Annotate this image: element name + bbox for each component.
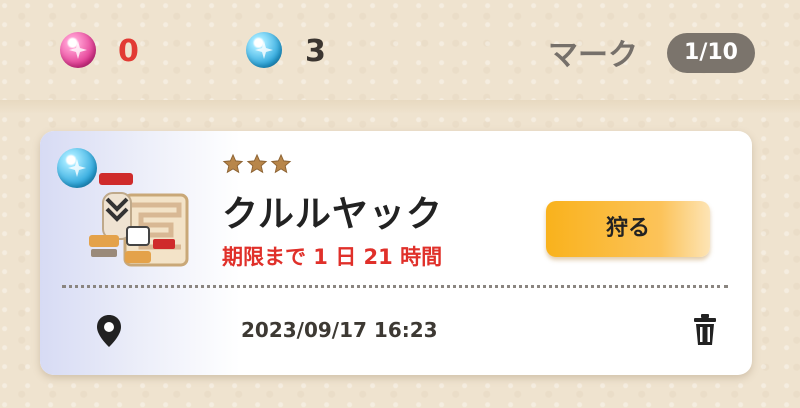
blue-gem-icon: [246, 32, 282, 68]
pink-gem-icon: [60, 32, 96, 68]
dotted-divider: [62, 285, 728, 288]
mark-label: マーク: [548, 38, 638, 73]
trash-icon[interactable]: [692, 313, 718, 347]
monster-name: クルルヤック: [222, 194, 443, 235]
pink-gem-count: 0: [118, 34, 139, 69]
location-pin-icon[interactable]: [96, 314, 122, 348]
header-divider: [0, 100, 800, 114]
quest-card[interactable]: クルルヤック 期限まで 1 日 21 時間 狩る 2023/09/17 16:2…: [40, 131, 752, 375]
star-icon: [246, 153, 268, 174]
timestamp: 2023/09/17 16:23: [241, 318, 438, 342]
hunt-button[interactable]: 狩る: [546, 201, 710, 257]
blue-gem-icon: [57, 148, 97, 188]
deadline-text: 期限まで 1 日 21 時間: [222, 245, 443, 269]
monster-icon: [89, 173, 189, 267]
top-bar: 0 3 マーク 1/10: [0, 0, 800, 112]
mark-count-badge: 1/10: [667, 33, 755, 73]
star-icon: [222, 153, 244, 174]
blue-gem-count: 3: [305, 34, 326, 69]
star-icon: [270, 153, 292, 174]
rating-stars: [222, 153, 292, 175]
